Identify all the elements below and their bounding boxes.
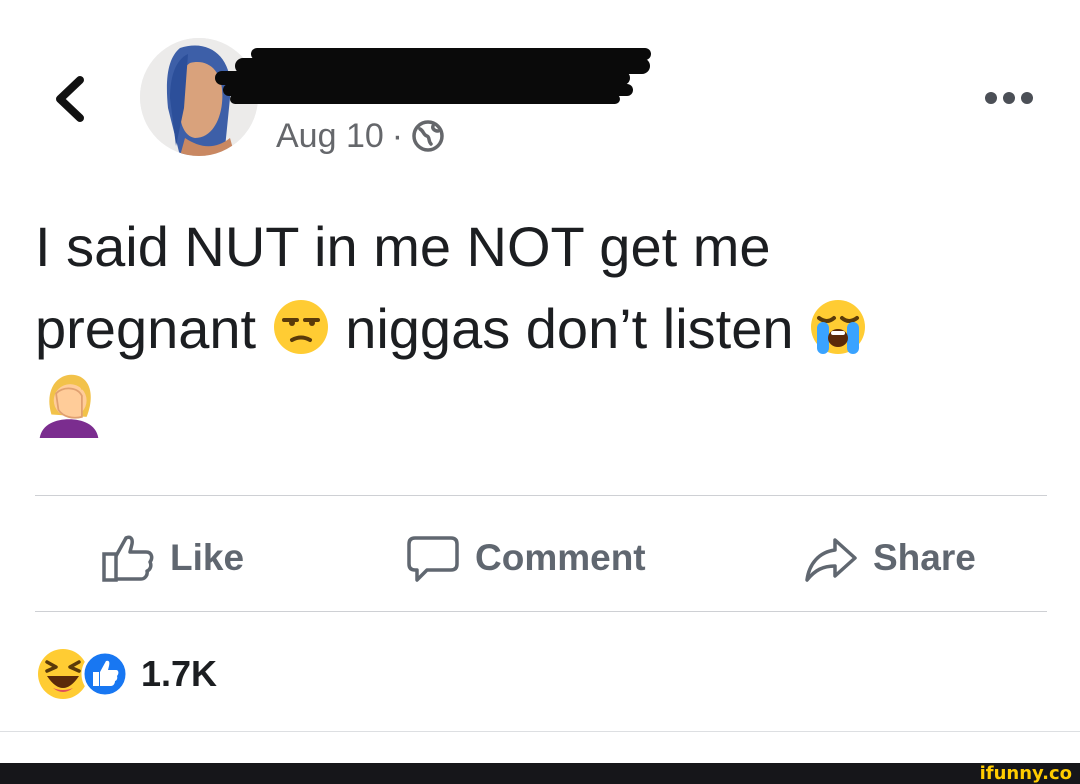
watermark-bar: ifunny.co	[0, 763, 1080, 784]
meta-separator: ·	[391, 116, 404, 155]
dot-icon	[1021, 92, 1033, 104]
post-date: Aug 10	[276, 116, 384, 155]
redacted-name	[215, 48, 651, 104]
like-button[interactable]: Like	[100, 528, 244, 588]
back-button[interactable]	[50, 74, 90, 124]
like-reaction-icon	[81, 650, 129, 698]
post-text: I said NUT in me NOT get me pregnant nig…	[35, 206, 1045, 452]
dot-icon	[1003, 92, 1015, 104]
post-bottom-border	[0, 731, 1080, 732]
post-text-line2b: niggas don’t listen	[345, 297, 794, 360]
more-options-button[interactable]	[985, 92, 1037, 106]
divider-bottom	[35, 611, 1047, 612]
thumbs-up-icon	[102, 535, 154, 582]
dot-icon	[985, 92, 997, 104]
watermark-text: ifunny.co	[979, 763, 1072, 784]
post-text-line1: I said NUT in me NOT get me	[35, 215, 771, 278]
globe-icon	[412, 120, 444, 152]
reaction-count: 1.7K	[141, 653, 218, 694]
chevron-left-icon	[56, 76, 84, 122]
share-arrow-icon	[805, 538, 857, 582]
comment-label: Comment	[475, 537, 646, 578]
post-text-line2a: pregnant	[35, 297, 257, 360]
comment-button[interactable]: Comment	[405, 528, 646, 588]
reaction-summary[interactable]: 1.7K	[35, 646, 217, 702]
loudly-crying-face-emoji	[811, 300, 866, 354]
woman-facepalming-emoji	[39, 374, 99, 438]
like-label: Like	[170, 537, 245, 578]
comment-bubble-icon	[407, 536, 459, 582]
unamused-face-emoji	[273, 300, 328, 354]
divider-top	[35, 495, 1047, 496]
share-label: Share	[873, 537, 976, 578]
share-button[interactable]: Share	[803, 528, 976, 588]
post-meta: Aug 10 ·	[276, 114, 445, 158]
